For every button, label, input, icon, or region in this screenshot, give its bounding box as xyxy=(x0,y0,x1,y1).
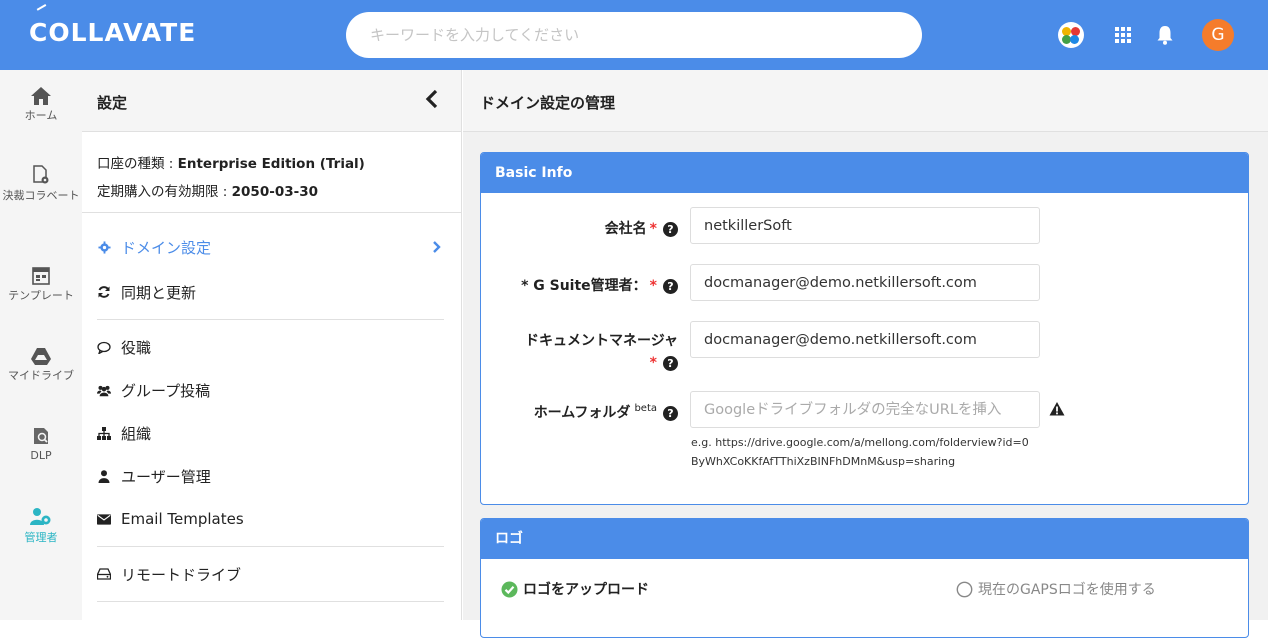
menu-label: Email Templates xyxy=(121,510,244,528)
gear-icon xyxy=(97,240,111,254)
nav-label: ホーム xyxy=(24,109,58,122)
template-icon xyxy=(32,267,50,285)
admin-icon xyxy=(30,508,51,525)
logo-accent xyxy=(36,4,50,16)
account-type-line: 口座の種類 : Enterprise Edition (Trial) xyxy=(97,156,365,172)
nav-item-template[interactable]: テンプレート xyxy=(0,266,82,303)
chevron-left-icon xyxy=(425,89,438,109)
nav-item-dlp[interactable]: DLP xyxy=(0,426,82,463)
top-bar: COLLAVATE G xyxy=(0,0,1268,70)
main-content: ドメイン設定の管理 Basic Info 会社名*? * G Suite管理者：… xyxy=(463,70,1268,638)
home-folder-hint: e.g. https://drive.google.com/a/mellong.… xyxy=(691,436,1029,468)
gsuite-admin-input[interactable] xyxy=(690,264,1040,301)
menu-item-user-management[interactable]: ユーザー管理 xyxy=(97,461,442,491)
required-mark: * xyxy=(649,278,657,294)
nav-label: DLP xyxy=(30,449,52,462)
settings-header: 設定 xyxy=(82,70,461,132)
page-title: ドメイン設定の管理 xyxy=(480,94,616,112)
check-circle-icon xyxy=(501,581,518,597)
nav-label: 管理者 xyxy=(24,531,58,544)
required-mark: * xyxy=(649,355,657,371)
menu-label: 同期と更新 xyxy=(121,283,197,302)
divider xyxy=(97,319,444,320)
sitemap-icon xyxy=(97,426,111,440)
use-gaps-logo-label: 現在のGAPSロゴを使用する xyxy=(978,582,1156,598)
menu-item-domain-settings[interactable]: ドメイン設定 xyxy=(97,232,442,262)
required-mark: * xyxy=(649,221,657,237)
use-gaps-logo-option[interactable]: 現在のGAPSロゴを使用する xyxy=(956,579,1156,599)
collapse-panel-button[interactable] xyxy=(420,88,444,112)
nav-item-approval[interactable]: 決裁コラベート xyxy=(0,164,82,203)
menu-item-remote-drive[interactable]: リモートドライブ xyxy=(97,559,442,589)
document-manager-label: ドキュメントマネージャ *? xyxy=(524,333,678,371)
logo-card: ロゴ ロゴをアップロード 現在のGAPSロゴを使用する xyxy=(480,518,1249,638)
menu-item-organization[interactable]: 組織 xyxy=(97,418,442,448)
nav-label: テンプレート xyxy=(8,289,74,302)
help-icon[interactable]: ? xyxy=(663,355,678,371)
nav-label: マイドライブ xyxy=(8,369,74,382)
menu-label: リモートドライブ xyxy=(121,565,242,584)
warning-icon xyxy=(1049,402,1065,416)
divider xyxy=(97,546,444,547)
search-input[interactable] xyxy=(346,12,922,58)
divider xyxy=(82,212,461,213)
home-folder-input[interactable] xyxy=(690,391,1040,428)
radio-empty-icon xyxy=(956,581,973,597)
card-heading: ロゴ xyxy=(481,519,1248,559)
help-icon[interactable]: ? xyxy=(663,405,678,421)
home-folder-label: ホームフォルダ beta? xyxy=(534,402,678,422)
sync-icon xyxy=(97,285,111,299)
company-name-input[interactable] xyxy=(690,207,1040,244)
settings-panel: 設定 口座の種類 : Enterprise Edition (Trial) 定期… xyxy=(82,70,462,620)
drive-icon xyxy=(31,348,51,365)
document-manager-input[interactable] xyxy=(690,321,1040,358)
nav-item-admin[interactable]: 管理者 xyxy=(0,506,82,545)
menu-item-sync[interactable]: 同期と更新 xyxy=(97,277,442,307)
upload-logo-option[interactable]: ロゴをアップロード xyxy=(501,579,649,599)
menu-label: 役職 xyxy=(121,338,152,357)
gsuite-admin-label: * G Suite管理者： *? xyxy=(521,275,678,295)
menu-item-email-templates[interactable]: Email Templates xyxy=(97,504,442,534)
app-logo[interactable]: COLLAVATE xyxy=(29,18,196,47)
grid-menu-icon[interactable] xyxy=(1115,27,1131,43)
google-apps-icon[interactable] xyxy=(1058,22,1084,48)
menu-label: 組織 xyxy=(121,424,152,443)
company-name-label: 会社名 *? xyxy=(605,218,678,238)
bell-icon[interactable] xyxy=(1156,25,1174,45)
menu-label: ユーザー管理 xyxy=(121,467,211,486)
chevron-right-icon xyxy=(433,241,441,253)
menu-item-group-posts[interactable]: グループ投稿 xyxy=(97,375,442,405)
nav-item-home[interactable]: ホーム xyxy=(0,86,82,123)
settings-title: 設定 xyxy=(97,94,128,112)
left-nav: ホーム 決裁コラベート テンプレート マイドライブ DLP 管理者 xyxy=(0,70,82,620)
user-icon xyxy=(97,469,111,483)
avatar[interactable]: G xyxy=(1202,19,1234,51)
hdd-icon xyxy=(97,567,111,581)
beta-badge: beta xyxy=(634,403,657,415)
help-icon[interactable]: ? xyxy=(663,278,678,294)
expiry-line: 定期購入の有効期限 : 2050-03-30 xyxy=(97,184,318,200)
menu-item-roles[interactable]: 役職 xyxy=(97,332,442,362)
basic-info-card: Basic Info 会社名*? * G Suite管理者：*? ドキュメントマ… xyxy=(480,152,1249,505)
nav-label: 決裁コラベート xyxy=(2,189,80,202)
comment-icon xyxy=(97,340,111,354)
divider xyxy=(97,601,444,602)
home-icon xyxy=(31,87,51,105)
help-icon[interactable]: ? xyxy=(663,221,678,237)
account-info: 口座の種類 : Enterprise Edition (Trial) 定期購入の… xyxy=(97,150,365,206)
approval-icon xyxy=(33,165,49,184)
menu-label: グループ投稿 xyxy=(121,381,211,400)
card-heading: Basic Info xyxy=(481,153,1248,193)
envelope-icon xyxy=(97,512,111,526)
nav-item-my-drive[interactable]: マイドライブ xyxy=(0,346,82,383)
users-icon xyxy=(97,383,111,397)
dlp-icon xyxy=(34,428,48,444)
main-header: ドメイン設定の管理 xyxy=(463,70,1268,132)
menu-label: ドメイン設定 xyxy=(121,238,212,257)
upload-logo-label: ロゴをアップロード xyxy=(523,582,649,598)
